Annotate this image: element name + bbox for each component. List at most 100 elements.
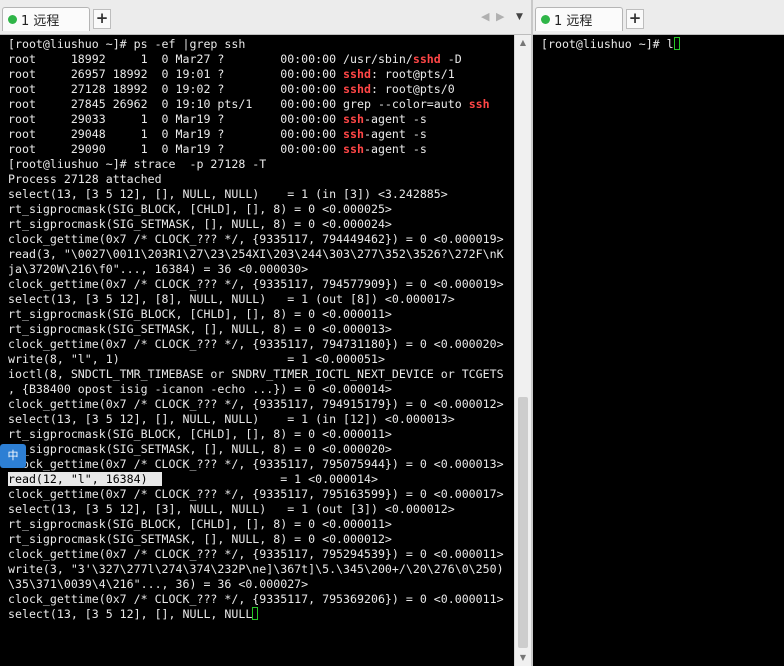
terminal-text: rt_sigprocmask(SIG_BLOCK, [CHLD], [], 8)… xyxy=(8,517,392,531)
add-tab-button[interactable]: + xyxy=(93,9,111,29)
terminal-line: write(3, "3'\327\277l\274\374\232P\ne]\3… xyxy=(8,562,504,577)
ime-indicator-icon[interactable]: 中 xyxy=(0,444,26,468)
terminal-text: root 18992 1 0 Mar27 ? 00:00:00 /usr/sbi… xyxy=(8,52,413,66)
terminal-line: rt_sigprocmask(SIG_BLOCK, [CHLD], [], 8)… xyxy=(8,427,504,442)
terminal-line: read(12, "l", 16384) = 1 <0.000014> xyxy=(8,472,504,487)
terminal-text: clock_gettime(0x7 /* CLOCK_??? */, {9335… xyxy=(8,232,504,246)
terminal-text: select(13, [3 5 12], [8], NULL, NULL) = … xyxy=(8,292,455,306)
terminal-line: root 26957 18992 0 19:01 ? 00:00:00 sshd… xyxy=(8,67,504,82)
tab-list-dropdown-icon[interactable]: ▼ xyxy=(516,12,523,22)
connection-status-icon xyxy=(8,15,17,24)
terminal-text: -agent -s xyxy=(364,142,427,156)
terminal-right[interactable]: [root@liushuo ~]# l xyxy=(533,35,784,666)
terminal-text: clock_gettime(0x7 /* CLOCK_??? */, {9335… xyxy=(8,487,504,501)
terminal-line: rt_sigprocmask(SIG_BLOCK, [CHLD], [], 8)… xyxy=(8,307,504,322)
tab-remote-left[interactable]: 1 远程 xyxy=(2,7,90,31)
terminal-text: -D xyxy=(440,52,462,66)
terminal-text: rt_sigprocmask(SIG_BLOCK, [CHLD], [], 8)… xyxy=(8,307,392,321)
terminal-line: clock_gettime(0x7 /* CLOCK_??? */, {9335… xyxy=(8,547,504,562)
terminal-text: select(13, [3 5 12], [3], NULL, NULL) = … xyxy=(8,502,455,516)
scrollbar-thumb[interactable] xyxy=(518,397,528,648)
grep-match: ssh xyxy=(468,97,490,111)
terminal-line: clock_gettime(0x7 /* CLOCK_??? */, {9335… xyxy=(8,397,504,412)
terminal-line: clock_gettime(0x7 /* CLOCK_??? */, {9335… xyxy=(8,592,504,607)
terminal-text: rt_sigprocmask(SIG_BLOCK, [CHLD], [], 8)… xyxy=(8,202,392,216)
terminal-text: = 1 <0.000014> xyxy=(161,472,378,486)
terminal-text: write(8, "l", 1) = 1 <0.000051> xyxy=(8,352,385,366)
terminal-output: [root@liushuo ~]# l xyxy=(541,37,680,52)
terminal-text: clock_gettime(0x7 /* CLOCK_??? */, {9335… xyxy=(8,277,504,291)
terminal-text: root 29048 1 0 Mar19 ? 00:00:00 xyxy=(8,127,344,141)
tab-remote-right[interactable]: 1 远程 xyxy=(535,7,623,31)
terminal-line: select(13, [3 5 12], [], NULL, NULL xyxy=(8,607,504,622)
terminal-text: root 29033 1 0 Mar19 ? 00:00:00 xyxy=(8,112,344,126)
terminal-line: write(8, "l", 1) = 1 <0.000051> xyxy=(8,352,504,367)
grep-match: ssh xyxy=(343,112,364,126)
terminal-line: clock_gettime(0x7 /* CLOCK_??? */, {9335… xyxy=(8,337,504,352)
scroll-down-icon[interactable]: ▼ xyxy=(515,650,531,666)
terminal-text: clock_gettime(0x7 /* CLOCK_??? */, {9335… xyxy=(8,397,504,411)
terminal-text: clock_gettime(0x7 /* CLOCK_??? */, {9335… xyxy=(8,337,504,351)
terminal-text: select(13, [3 5 12], [], NULL, NULL) = 1… xyxy=(8,412,455,426)
terminal-line: select(13, [3 5 12], [3], NULL, NULL) = … xyxy=(8,502,504,517)
terminal-text: clock_gettime(0x7 /* CLOCK_??? */, {9335… xyxy=(8,457,504,471)
tab-scroll-right-icon[interactable]: ▶ xyxy=(496,10,504,23)
terminal-text: , {B38400 opost isig -icanon -echo ...})… xyxy=(8,382,392,396)
terminal-text: write(3, "3'\327\277l\274\374\232P\ne]\3… xyxy=(8,562,504,576)
terminal-line: ioctl(8, SNDCTL_TMR_TIMEBASE or SNDRV_TI… xyxy=(8,367,504,382)
grep-match: sshd xyxy=(343,67,371,81)
terminal-text: rt_sigprocmask(SIG_SETMASK, [], NULL, 8)… xyxy=(8,532,392,546)
terminal-left[interactable]: [root@liushuo ~]# ps -ef |grep ssh root 1… xyxy=(0,35,514,666)
right-tab-bar: 1 远程 + xyxy=(533,0,784,35)
terminal-line: root 18992 1 0 Mar27 ? 00:00:00 /usr/sbi… xyxy=(8,52,504,67)
terminal-text: read(3, "\0027\0011\203R1\27\23\254XI\20… xyxy=(8,247,504,261)
terminal-line: rt_sigprocmask(SIG_BLOCK, [CHLD], [], 8)… xyxy=(8,517,504,532)
left-session-pane: 1 远程 + ◀ ▶ ▼ [root@liushuo ~]# ps -ef |g… xyxy=(0,0,531,666)
terminal-text: [root@liushuo ~]# ps -ef |grep ssh xyxy=(8,37,246,51)
terminal-text: clock_gettime(0x7 /* CLOCK_??? */, {9335… xyxy=(8,547,504,561)
terminal-line: , {B38400 opost isig -icanon -echo ...})… xyxy=(8,382,504,397)
terminal-text: root 29090 1 0 Mar19 ? 00:00:00 xyxy=(8,142,344,156)
terminal-line: Process 27128 attached xyxy=(8,172,504,187)
terminal-line: ja\3720W\216\f0"..., 16384) = 36 <0.0000… xyxy=(8,262,504,277)
scroll-up-icon[interactable]: ▲ xyxy=(515,35,531,51)
terminal-output: [root@liushuo ~]# ps -ef |grep ssh root 1… xyxy=(8,37,504,622)
grep-match: ssh xyxy=(343,127,364,141)
tab-label: 1 远程 xyxy=(21,14,60,29)
text-cursor-icon xyxy=(673,37,680,50)
grep-match: sshd xyxy=(343,82,371,96)
terminal-line: [root@liushuo ~]# strace -p 27128 -T xyxy=(8,157,504,172)
terminal-text: rt_sigprocmask(SIG_BLOCK, [CHLD], [], 8)… xyxy=(8,427,392,441)
terminal-text: rt_sigprocmask(SIG_SETMASK, [], NULL, 8)… xyxy=(8,322,392,336)
terminal-text: [root@liushuo ~]# strace -p 27128 -T xyxy=(8,157,267,171)
grep-match: ssh xyxy=(343,142,364,156)
terminal-text: \35\371\0039\4\216"..., 36) = 36 <0.0000… xyxy=(8,577,309,591)
terminal-scrollbar[interactable]: ▲ ▼ xyxy=(514,35,531,666)
terminal-line: clock_gettime(0x7 /* CLOCK_??? */, {9335… xyxy=(8,457,504,472)
terminal-line: select(13, [3 5 12], [8], NULL, NULL) = … xyxy=(8,292,504,307)
terminal-text: : root@pts/1 xyxy=(370,67,455,81)
terminal-text: -agent -s xyxy=(364,127,427,141)
right-session-pane: 1 远程 + [root@liushuo ~]# l xyxy=(533,0,784,666)
terminal-line: select(13, [3 5 12], [], NULL, NULL) = 1… xyxy=(8,412,504,427)
terminal-line: clock_gettime(0x7 /* CLOCK_??? */, {9335… xyxy=(8,232,504,247)
connection-status-icon xyxy=(541,15,550,24)
terminal-line: root 29090 1 0 Mar19 ? 00:00:00 ssh-agen… xyxy=(8,142,504,157)
terminal-line: \35\371\0039\4\216"..., 36) = 36 <0.0000… xyxy=(8,577,504,592)
terminal-line: rt_sigprocmask(SIG_SETMASK, [], NULL, 8)… xyxy=(8,322,504,337)
selected-text: read(12, "l", 16384) xyxy=(8,472,162,486)
terminal-text: : root@pts/0 xyxy=(370,82,455,96)
terminal-line: read(3, "\0027\0011\203R1\27\23\254XI\20… xyxy=(8,247,504,262)
terminal-line: [root@liushuo ~]# l xyxy=(541,37,680,52)
terminal-line: rt_sigprocmask(SIG_SETMASK, [], NULL, 8)… xyxy=(8,217,504,232)
terminal-line: root 27845 26962 0 19:10 pts/1 00:00:00 … xyxy=(8,97,504,112)
terminal-line: root 29048 1 0 Mar19 ? 00:00:00 ssh-agen… xyxy=(8,127,504,142)
text-cursor-icon xyxy=(252,607,259,620)
add-tab-button[interactable]: + xyxy=(626,9,644,29)
terminal-line: select(13, [3 5 12], [], NULL, NULL) = 1… xyxy=(8,187,504,202)
terminal-line: clock_gettime(0x7 /* CLOCK_??? */, {9335… xyxy=(8,487,504,502)
terminal-text: rt_sigprocmask(SIG_SETMASK, [], NULL, 8)… xyxy=(8,442,392,456)
terminal-text: select(13, [3 5 12], [], NULL, NULL xyxy=(8,607,253,621)
tab-scroll-left-icon[interactable]: ◀ xyxy=(481,10,489,23)
terminal-line: root 27128 18992 0 19:02 ? 00:00:00 sshd… xyxy=(8,82,504,97)
